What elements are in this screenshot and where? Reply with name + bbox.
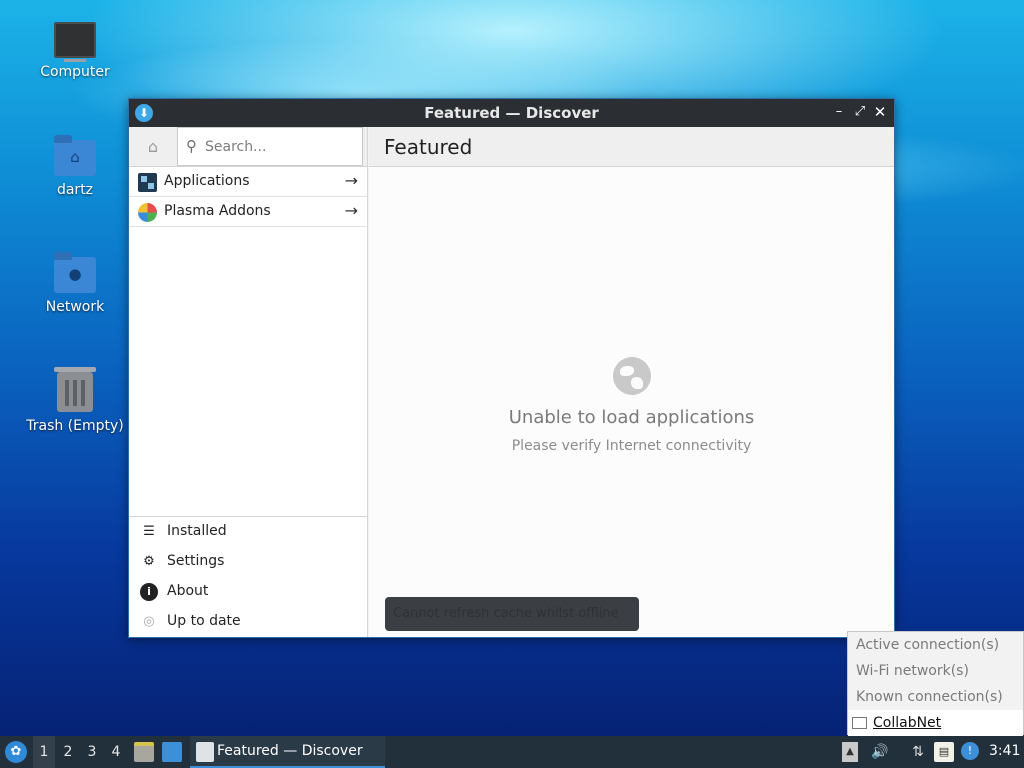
sidebar-item-label: Settings [167,553,225,569]
desktop-icon-network[interactable]: ● Network [15,252,135,315]
network-menu: Active connection(s) Wi-Fi network(s) Kn… [847,631,1024,736]
taskbar-task-discover[interactable]: Featured — Discover [190,736,385,768]
sidebar-item-label: Up to date [167,613,241,629]
category-applications[interactable]: Applications → [129,167,367,197]
workspace-2[interactable]: 2 [57,736,79,768]
offline-toast: Cannot refresh cache whilst offline [385,597,639,631]
category-label: Applications [164,173,250,189]
desktop-icon-label: Trash (Empty) [26,418,124,434]
desktop-icon-label: dartz [56,182,94,198]
start-menu-icon[interactable]: ✿ [5,741,27,763]
menu-item-active-connections[interactable]: Active connection(s) [848,632,1023,658]
sidebar-bottom: ☰ Installed ⚙ Settings i About ◎ Up to d… [129,516,367,637]
search-icon: ⚲ [186,137,197,155]
show-desktop-icon[interactable] [162,742,182,762]
menu-item-known-connections[interactable]: Known connection(s) [848,684,1023,710]
workspace-1[interactable]: 1 [33,736,55,768]
wired-connection-icon [852,717,867,729]
sidebar-item-about[interactable]: i About [129,577,367,607]
plasma-addons-icon [138,203,157,222]
empty-state-subtitle: Please verify Internet connectivity [511,438,752,454]
main-pane: Featured Unable to load applications Ple… [369,127,894,637]
category-plasma-addons[interactable]: Plasma Addons → [129,197,367,227]
arrow-right-icon: → [344,201,358,220]
notification-icon[interactable]: ! [961,742,979,760]
page-title: Featured [384,135,473,159]
volume-icon[interactable]: 🔊 [870,742,890,762]
empty-state-title: Unable to load applications [508,407,755,428]
workspace-4[interactable]: 4 [105,736,127,768]
file-manager-icon[interactable] [134,742,154,762]
network-folder-icon: ● [54,252,96,293]
close-button[interactable]: ✕ [871,103,889,121]
window-titlebar[interactable]: ⬇ Featured — Discover – ⤢ ✕ [129,99,894,127]
desktop-icon-label: Computer [40,64,110,80]
minimize-button[interactable]: – [830,103,848,121]
workspace-3[interactable]: 3 [81,736,103,768]
clipboard-icon[interactable]: ▤ [934,742,954,762]
sidebar-item-installed[interactable]: ☰ Installed [129,517,367,547]
globe-icon [612,357,651,395]
applications-icon [138,173,157,192]
desktop-icon-trash[interactable]: Trash (Empty) [15,367,135,434]
category-label: Plasma Addons [164,203,271,219]
main-header: Featured [369,127,894,167]
removable-media-icon[interactable]: ▲ [842,742,858,762]
network-tray-icon[interactable]: ⇅ [908,742,928,762]
search-field[interactable]: ⚲ [177,127,363,166]
home-button[interactable]: ⌂ [129,127,177,166]
update-icon: ◎ [143,614,155,629]
menu-item-connection[interactable]: CollabNet [848,710,1023,736]
desktop-icon-label: Network [45,299,105,315]
connection-label: CollabNet [873,715,942,731]
maximize-button[interactable]: ⤢ [851,103,869,121]
sidebar-item-label: About [167,583,209,599]
desktop-icon-computer[interactable]: Computer [15,22,135,80]
window-title: Featured — Discover [424,104,599,122]
menu-item-wifi-networks[interactable]: Wi-Fi network(s) [848,658,1023,684]
desktop-icon-home[interactable]: ⌂ dartz [15,135,135,198]
list-icon: ☰ [143,524,155,539]
taskbar: ✿ 1 2 3 4 Featured — Discover ▲ 🔊 ⇅ ▤ ! … [0,736,1024,768]
computer-icon [54,22,96,62]
clock[interactable]: 3:41 [989,743,1020,759]
home-icon: ⌂ [147,137,159,156]
search-row: ⌂ ⚲ [129,127,367,167]
trash-icon [54,367,96,412]
empty-state: Unable to load applications Please verif… [369,357,894,454]
home-folder-icon: ⌂ [54,135,96,176]
sidebar-item-up-to-date[interactable]: ◎ Up to date [129,607,367,637]
arrow-right-icon: → [344,171,358,190]
sidebar: ⌂ ⚲ Applications → Plasma Addons → ☰ Ins… [129,127,368,637]
gear-icon: ⚙ [143,554,155,569]
info-icon: i [140,583,158,601]
sidebar-item-settings[interactable]: ⚙ Settings [129,547,367,577]
discover-window: ⬇ Featured — Discover – ⤢ ✕ ⌂ ⚲ Applicat… [128,98,895,638]
discover-task-icon [196,742,214,762]
task-label: Featured — Discover [217,743,363,759]
sidebar-item-label: Installed [167,523,227,539]
search-input[interactable] [205,136,355,158]
